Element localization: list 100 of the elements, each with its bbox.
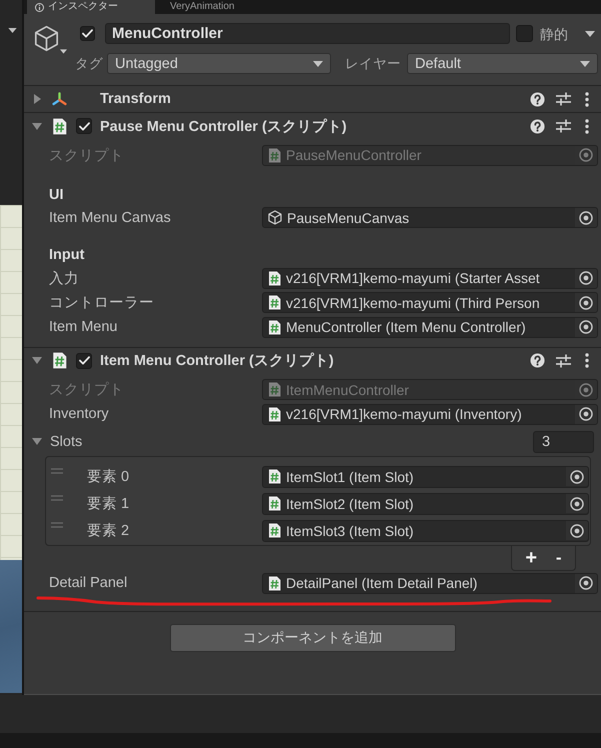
caret-icon[interactable] (585, 30, 595, 36)
enabled-checkbox[interactable] (76, 352, 92, 368)
static-label: 静的 (540, 24, 568, 42)
info-icon (35, 2, 44, 12)
drag-handle-icon[interactable] (51, 495, 63, 501)
enabled-checkbox[interactable] (76, 118, 92, 134)
sliders-icon[interactable] (556, 354, 571, 368)
component-title: Transform (100, 91, 171, 107)
checkmark-icon (78, 356, 90, 365)
object-picker-button[interactable] (575, 268, 597, 288)
caret-icon (313, 60, 323, 66)
drag-handle-icon[interactable] (51, 522, 63, 528)
help-icon[interactable] (530, 353, 545, 368)
checkmark-icon (82, 29, 93, 38)
size-field[interactable]: 3 (533, 430, 594, 453)
caret-icon (60, 49, 67, 54)
script-file-icon (268, 382, 281, 398)
script-file-icon (268, 270, 281, 286)
object-field[interactable]: ItemSlot2 (Item Slot) (262, 492, 589, 514)
foldout-caret-icon[interactable] (32, 438, 42, 446)
object-picker-button[interactable] (566, 521, 588, 540)
target-icon (579, 576, 593, 590)
field-label: Detail Panel (49, 575, 128, 592)
target-icon (579, 407, 593, 422)
script-file-icon (268, 295, 281, 310)
help-icon[interactable] (530, 92, 545, 106)
field-label: Item Menu Canvas (49, 210, 172, 226)
component-title: Pause Menu Controller (スクリプト) (100, 118, 347, 136)
panel-tab[interactable]: VeryAnimation (162, 0, 242, 14)
script-file-icon (268, 320, 281, 335)
menu-icon[interactable] (585, 353, 589, 368)
script-file-icon (268, 148, 281, 163)
target-icon (579, 148, 593, 162)
tag-label: タグ (75, 54, 103, 72)
field-label: スクリプト (49, 380, 125, 400)
element-label: 要素 2 (87, 522, 130, 540)
section-header: UI (48, 186, 64, 204)
target-icon (579, 320, 593, 334)
panel-tab[interactable]: インスペクター (27, 0, 155, 14)
element-label: 要素 0 (87, 468, 130, 486)
layer-label: レイヤー (345, 54, 401, 72)
target-icon (579, 210, 593, 225)
script-file-icon (52, 118, 67, 134)
field-label: Item Menu (49, 319, 118, 336)
tag-dropdown[interactable]: Untagged (107, 53, 331, 74)
target-icon (570, 524, 584, 538)
cube-icon (268, 210, 282, 226)
foldout-caret-icon[interactable] (32, 357, 42, 364)
script-file-icon (268, 576, 281, 591)
help-icon[interactable] (530, 118, 545, 134)
cube-icon (33, 25, 60, 52)
remove-element-button[interactable]: - (552, 548, 566, 568)
object-field[interactable]: MenuController (Item Menu Controller) (262, 316, 598, 338)
target-icon (579, 296, 593, 310)
object-field[interactable]: v216[VRM1]kemo-mayumi (Inventory) (262, 404, 598, 425)
object-field[interactable]: v216[VRM1]kemo-mayumi (Starter Asset (262, 268, 598, 289)
object-icon-button[interactable] (33, 23, 67, 54)
field-label: スクリプト (49, 146, 125, 165)
active-checkbox[interactable] (80, 26, 95, 41)
caret-icon (580, 60, 590, 66)
name-field[interactable]: MenuController (105, 23, 510, 44)
field-label: Slots (50, 434, 82, 450)
object-field[interactable]: ItemSlot1 (Item Slot) (262, 466, 589, 488)
sliders-icon[interactable] (556, 119, 571, 133)
field-label: Inventory (49, 406, 110, 422)
script-file-icon (268, 496, 281, 511)
script-file-icon (52, 352, 67, 369)
object-field[interactable]: PauseMenuCanvas (262, 207, 598, 228)
drag-handle-icon[interactable] (51, 468, 63, 474)
target-icon (570, 496, 584, 510)
object-picker-button[interactable] (575, 318, 597, 337)
object-field[interactable]: DetailPanel (Item Detail Panel) (262, 572, 598, 594)
field-label: コントローラー (49, 294, 155, 312)
checkmark-icon (78, 122, 90, 130)
foldout-caret-icon[interactable] (32, 122, 42, 130)
menu-icon[interactable] (585, 92, 589, 106)
static-checkbox[interactable] (516, 25, 533, 42)
menu-icon[interactable] (585, 118, 589, 134)
script-file-icon (268, 523, 281, 538)
object-picker-button[interactable] (575, 404, 597, 424)
section-header: Input (48, 246, 86, 265)
caret-icon[interactable] (8, 28, 17, 33)
add-element-button[interactable]: + (521, 548, 542, 568)
layer-dropdown[interactable]: Default (407, 53, 598, 74)
axes-icon (52, 92, 67, 106)
object-picker-button[interactable] (566, 467, 588, 486)
object-picker-button[interactable] (575, 574, 597, 593)
object-field[interactable]: v216[VRM1]kemo-mayumi (Third Person (262, 292, 598, 314)
script-file-icon (268, 406, 281, 422)
component-title: Item Menu Controller (スクリプト) (100, 352, 334, 370)
sliders-icon[interactable] (556, 92, 571, 106)
add-component-button[interactable]: コンポーネントを追加 (170, 624, 456, 652)
target-icon (579, 271, 593, 286)
object-picker-button[interactable] (566, 494, 588, 513)
object-field[interactable]: ItemSlot3 (Item Slot) (262, 520, 589, 542)
target-icon (579, 382, 593, 397)
foldout-caret-icon[interactable] (34, 94, 40, 104)
field-label: 入力 (49, 270, 80, 288)
object-picker-button[interactable] (575, 293, 597, 312)
object-picker-button[interactable] (575, 208, 597, 228)
